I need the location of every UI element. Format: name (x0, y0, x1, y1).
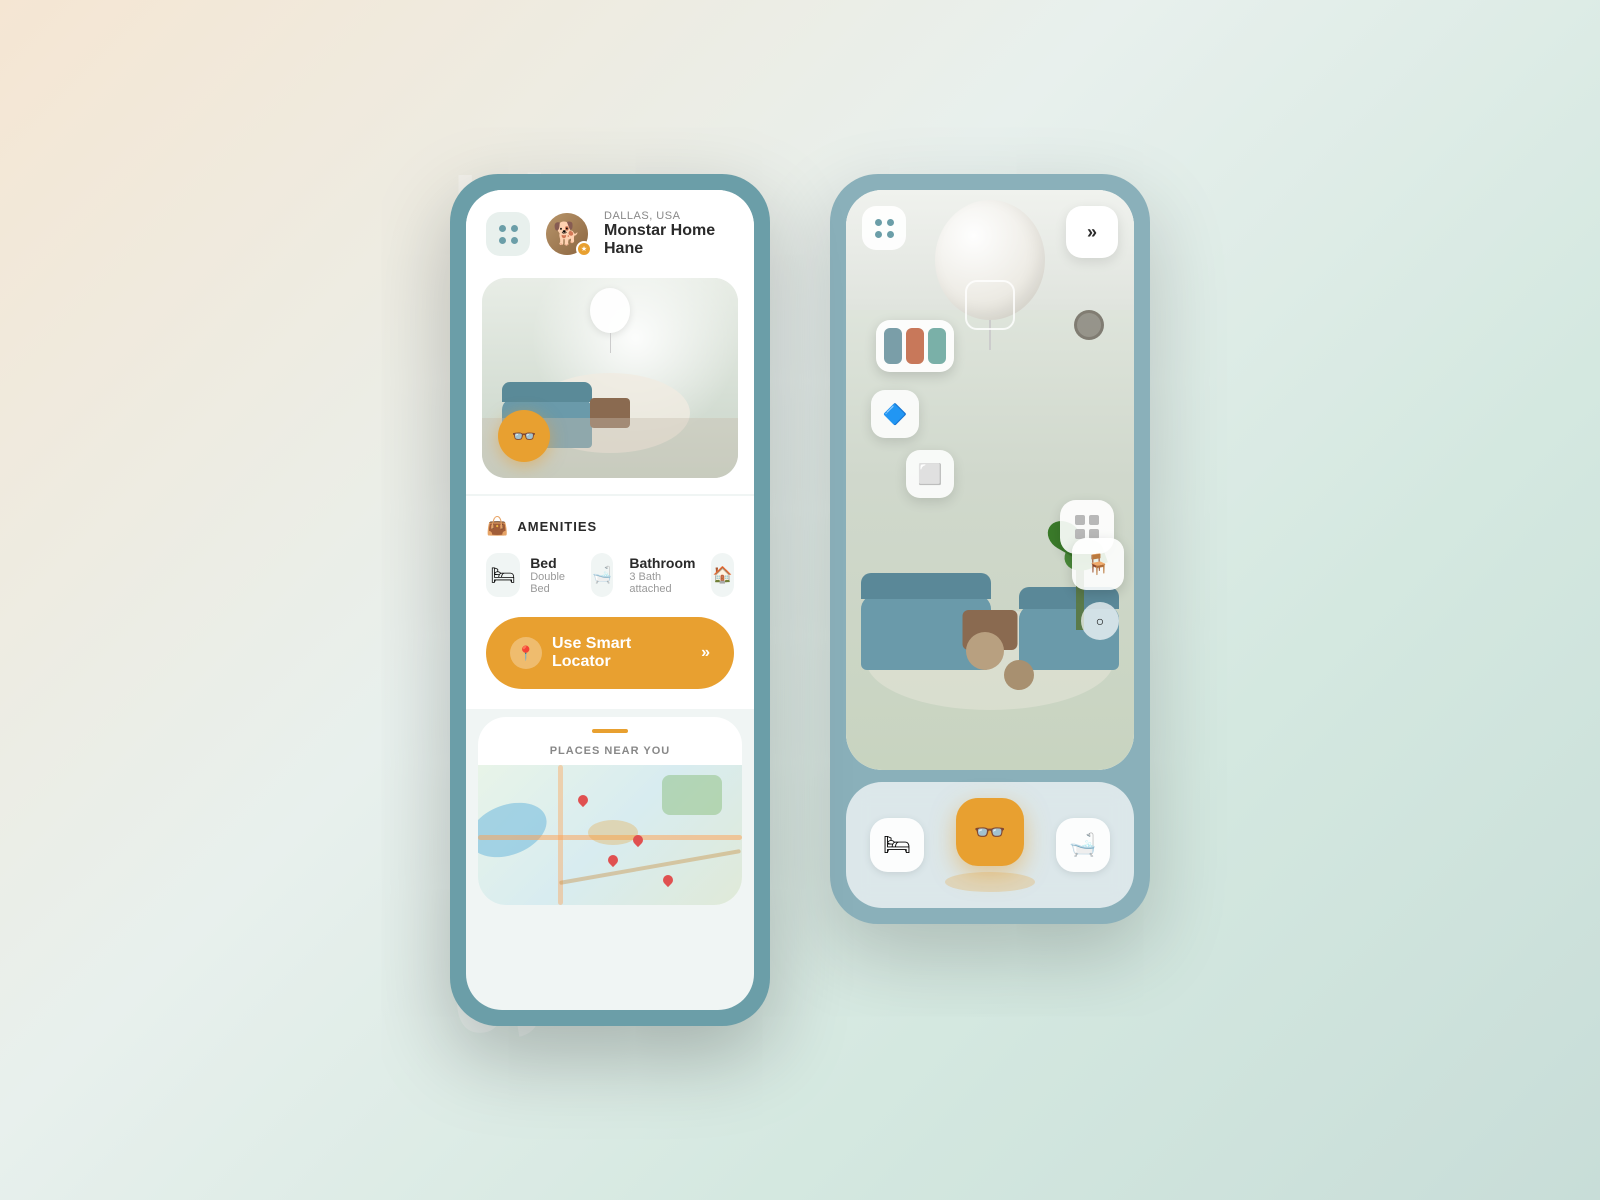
toolbar-vr-glow (945, 872, 1035, 892)
amenity-bath-text: Bathroom 3 Bath attached (629, 555, 695, 595)
toolbar-bed-button[interactable]: 🛏 (870, 818, 924, 872)
header-name: Monstar Home Hane (604, 222, 734, 258)
dot (875, 219, 882, 226)
amenity-bath-desc: 3 Bath attached (629, 571, 695, 595)
pin-head-3 (606, 853, 620, 867)
ar-menu-button[interactable] (862, 206, 906, 250)
ar-stool (966, 632, 1004, 670)
phone-left-header: 🐕 ★ DALLAS, USA Monstar Home Hane (466, 190, 754, 278)
avatar-wrap: 🐕 ★ (544, 211, 590, 257)
dot (887, 219, 894, 226)
toolbar-bath-icon: 🛁 (1069, 832, 1096, 858)
ar-background: » 🔷 ⬜ (846, 190, 1134, 770)
color-chip-orange[interactable] (906, 328, 924, 364)
dot (511, 237, 518, 244)
amenities-section: 👜 AMENITIES 🛏 Bed Double Bed 🛁 (466, 496, 754, 597)
map-park (662, 775, 722, 815)
smart-locator-label: Use Smart Locator (552, 635, 691, 671)
toolbar-bath-button[interactable]: 🛁 (1056, 818, 1110, 872)
map-section: PLACES NEAR YOU (478, 717, 742, 905)
dot (499, 237, 506, 244)
ar-wall-decor (1074, 310, 1104, 340)
toolbar-center-wrap: 👓 (945, 798, 1035, 892)
pin-head-4 (661, 873, 675, 887)
amenities-title: 👜 AMENITIES (486, 516, 734, 537)
pin-head-2 (631, 833, 645, 847)
ar-item-square-2[interactable]: ⬜ (906, 450, 954, 498)
dot (875, 231, 882, 238)
ar-item-icon-1: 🔷 (883, 402, 908, 427)
avatar-badge: ★ (576, 241, 592, 257)
amenity-bed-name: Bed (530, 555, 575, 571)
pin-head-1 (576, 793, 590, 807)
amenity-bath: Bathroom 3 Bath attached (629, 553, 695, 597)
dot (511, 225, 518, 232)
amenity-divider: 🛁 (591, 553, 614, 597)
ar-item-round: ○ (1081, 602, 1119, 640)
map-road-3 (559, 849, 741, 885)
amenity-bed-icon-wrap: 🛏 (486, 553, 520, 597)
ar-toolbar: 🛏 👓 🛁 (846, 782, 1134, 908)
toolbar-vr-icon: 👓 (974, 817, 1006, 848)
phone-left: 🐕 ★ DALLAS, USA Monstar Home Hane (450, 174, 770, 1026)
ar-stool-2 (1004, 660, 1034, 690)
dot (887, 231, 894, 238)
room-image-wrap: 👓 (466, 278, 754, 494)
bed-icon: 🛏 (490, 563, 515, 588)
map-pin-4 (663, 875, 673, 885)
phone-right: » 🔷 ⬜ (830, 174, 1150, 924)
menu-dots-button[interactable] (486, 212, 530, 256)
ar-lamp-marker (965, 280, 1015, 330)
map-glow (588, 820, 638, 845)
toolbar-bed-icon: 🛏 (883, 832, 911, 858)
map-pin-2 (633, 835, 643, 845)
vr-button[interactable]: 👓 (498, 410, 550, 462)
ar-sofa-left-back (861, 573, 991, 599)
locator-icon: 📍 (510, 637, 542, 669)
vr-icon: 👓 (512, 424, 537, 449)
map-pin-3 (608, 855, 618, 865)
smart-locator-wrap: 📍 Use Smart Locator » (466, 597, 754, 709)
map-water-1 (478, 793, 554, 867)
badge-star-icon: ★ (581, 245, 587, 253)
home-icon: 🏠 (713, 565, 733, 585)
ar-forward-button[interactable]: » (1066, 206, 1118, 258)
lamp-balloon (590, 288, 630, 353)
smart-locator-button[interactable]: 📍 Use Smart Locator » (486, 617, 734, 689)
ar-top-bar: » (846, 206, 1134, 258)
ar-item-3-content (1075, 515, 1099, 539)
map-pin-1 (578, 795, 588, 805)
amenity-bed-text: Bed Double Bed (530, 555, 575, 595)
header-text: DALLAS, USA Monstar Home Hane (604, 210, 734, 258)
amenities-bag-icon: 👜 (486, 516, 509, 537)
amenity-bath-name: Bathroom (629, 555, 695, 571)
ar-item-icon-4: 🪑 (1086, 552, 1111, 577)
map-handle (592, 729, 628, 733)
amenity-home-icon-wrap: 🏠 (711, 553, 734, 597)
phone-left-inner: 🐕 ★ DALLAS, USA Monstar Home Hane (466, 190, 754, 1010)
ar-color-chips[interactable] (876, 320, 954, 372)
header-location: DALLAS, USA (604, 210, 734, 222)
locator-arrow-icon: » (701, 644, 710, 662)
ar-item-round-icon: ○ (1096, 613, 1104, 629)
amenities-grid: 🛏 Bed Double Bed 🛁 Bathroom 3 Bath (486, 553, 734, 597)
balloon-lamp (590, 288, 630, 333)
amenity-bed-desc: Double Bed (530, 571, 575, 595)
room-image: 👓 (482, 278, 738, 478)
toolbar-vr-button[interactable]: 👓 (956, 798, 1024, 866)
map-title: PLACES NEAR YOU (478, 745, 742, 757)
map-container (478, 765, 742, 905)
balloon-cord (610, 333, 611, 353)
ar-item-square-4[interactable]: 🪑 (1072, 538, 1124, 590)
phones-container: 🐕 ★ DALLAS, USA Monstar Home Hane (450, 174, 1150, 1026)
sofa-back (502, 382, 592, 402)
ar-item-square-1[interactable]: 🔷 (871, 390, 919, 438)
color-chip-teal[interactable] (928, 328, 946, 364)
ar-view: » 🔷 ⬜ (846, 190, 1134, 770)
ar-item-icon-2: ⬜ (918, 462, 943, 487)
color-chip-blue[interactable] (884, 328, 902, 364)
dot (499, 225, 506, 232)
bath-icon-small: 🛁 (592, 565, 612, 585)
amenity-bed: 🛏 Bed Double Bed (486, 553, 575, 597)
